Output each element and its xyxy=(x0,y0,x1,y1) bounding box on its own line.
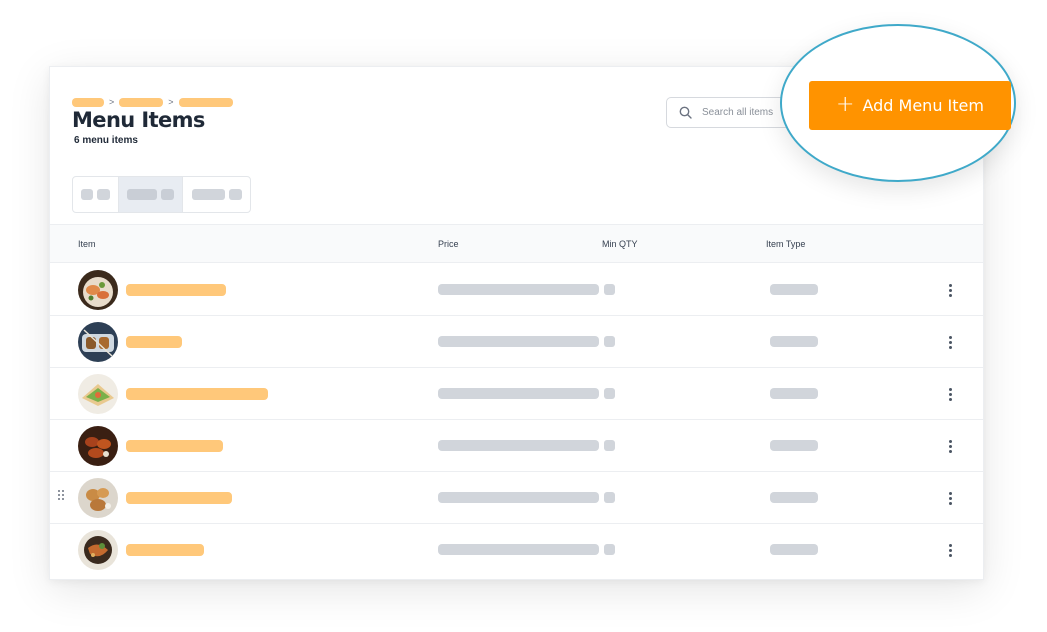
item-name[interactable] xyxy=(126,336,182,348)
add-menu-item-label: Add Menu Item xyxy=(862,96,984,115)
item-type xyxy=(770,544,818,555)
tab-count-placeholder xyxy=(161,189,174,200)
table-row[interactable] xyxy=(50,420,983,472)
item-thumbnail xyxy=(78,322,118,362)
item-price xyxy=(438,492,599,503)
tab-count-placeholder xyxy=(228,189,242,200)
add-menu-item-button[interactable]: + Add Menu Item xyxy=(809,81,1011,130)
plus-icon: + xyxy=(836,91,855,117)
item-thumbnail xyxy=(78,478,118,518)
table-row[interactable] xyxy=(50,316,983,368)
item-thumbnail xyxy=(78,530,118,570)
item-type xyxy=(770,284,818,295)
tab-count-placeholder xyxy=(97,189,110,200)
item-thumbnail xyxy=(78,374,118,414)
more-options-icon[interactable] xyxy=(940,436,960,456)
item-min-qty xyxy=(604,388,615,399)
more-options-icon[interactable] xyxy=(940,332,960,352)
item-name[interactable] xyxy=(126,440,223,452)
search-icon xyxy=(679,106,692,119)
column-header-min-qty[interactable]: Min QTY xyxy=(602,239,638,249)
item-type xyxy=(770,440,818,451)
item-price xyxy=(438,440,599,451)
stage: > > Menu Items 6 menu items Search all i… xyxy=(0,0,1047,632)
table-row[interactable] xyxy=(50,524,983,576)
view-tabs xyxy=(72,176,251,213)
breadcrumb: > > xyxy=(72,98,233,107)
tab-2-active[interactable] xyxy=(118,177,183,212)
tab-label-placeholder xyxy=(191,189,225,200)
item-type xyxy=(770,336,818,347)
tab-1[interactable] xyxy=(73,177,118,212)
item-count: 6 menu items xyxy=(74,135,138,146)
drag-handle-icon[interactable] xyxy=(58,490,64,500)
table-row[interactable] xyxy=(50,368,983,420)
item-thumbnail xyxy=(78,270,118,310)
item-name[interactable] xyxy=(126,492,232,504)
more-options-icon[interactable] xyxy=(940,384,960,404)
tab-3[interactable] xyxy=(183,177,250,212)
item-min-qty xyxy=(604,544,615,555)
column-header-item-type[interactable]: Item Type xyxy=(766,239,805,249)
more-options-icon[interactable] xyxy=(940,488,960,508)
more-options-icon[interactable] xyxy=(940,540,960,560)
table-row[interactable] xyxy=(50,472,983,524)
item-name[interactable] xyxy=(126,544,204,556)
item-min-qty xyxy=(604,492,615,503)
item-price xyxy=(438,544,599,555)
breadcrumb-item[interactable] xyxy=(72,98,104,107)
item-thumbnail xyxy=(78,426,118,466)
more-options-icon[interactable] xyxy=(940,280,960,300)
table-header: Item Price Min QTY Item Type xyxy=(50,224,983,263)
item-min-qty xyxy=(604,336,615,347)
item-type xyxy=(770,388,818,399)
item-price xyxy=(438,284,599,295)
item-min-qty xyxy=(604,440,615,451)
breadcrumb-item[interactable] xyxy=(178,98,233,107)
item-name[interactable] xyxy=(126,284,226,296)
item-min-qty xyxy=(604,284,615,295)
item-name[interactable] xyxy=(126,388,268,400)
table-row[interactable] xyxy=(50,264,983,316)
search-input[interactable] xyxy=(702,107,792,118)
item-price xyxy=(438,388,599,399)
tab-label-placeholder xyxy=(81,189,93,200)
column-header-price[interactable]: Price xyxy=(438,239,459,249)
column-header-item[interactable]: Item xyxy=(78,239,96,249)
tab-label-placeholder xyxy=(127,189,157,200)
breadcrumb-separator: > xyxy=(168,97,174,107)
breadcrumb-separator: > xyxy=(109,97,115,107)
item-price xyxy=(438,336,599,347)
breadcrumb-item[interactable] xyxy=(119,98,164,107)
page-title: Menu Items xyxy=(72,108,205,132)
search-box[interactable] xyxy=(666,97,796,128)
item-type xyxy=(770,492,818,503)
